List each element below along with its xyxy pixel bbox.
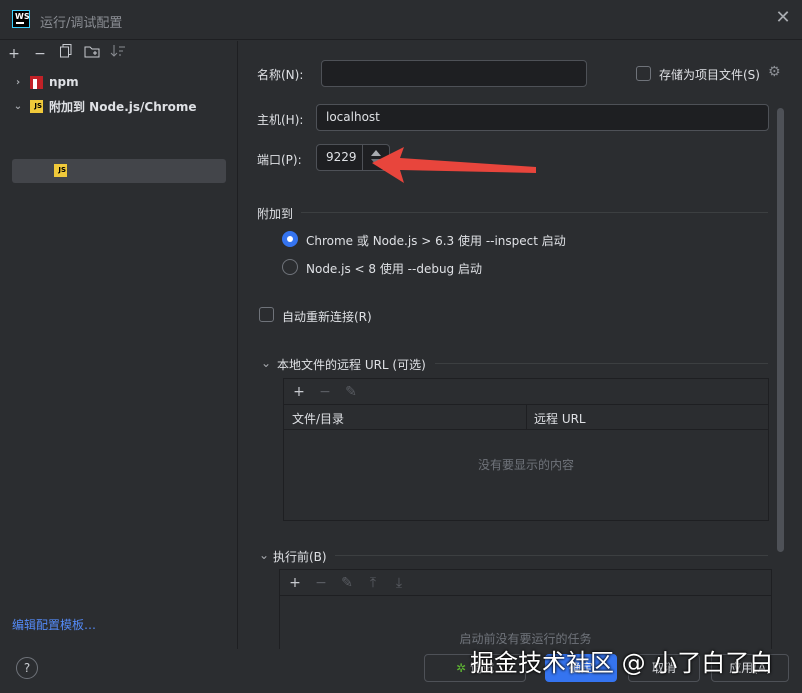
remove-icon[interactable]: − (312, 575, 330, 591)
remove-icon[interactable]: − (316, 384, 334, 400)
store-as-project-label: 存储为项目文件(S) (659, 68, 760, 82)
form-scrollbar[interactable] (777, 108, 784, 552)
remote-url-toolbar: + − ✎ (284, 379, 768, 405)
chevron-down-icon[interactable]: ⌄ (261, 356, 271, 370)
help-button[interactable]: ? (16, 657, 38, 679)
remove-config-icon[interactable]: − (30, 44, 50, 64)
auto-reconnect-checkbox[interactable] (259, 307, 274, 322)
divider (435, 363, 768, 364)
config-form: 名称(N): 存储为项目文件(S) ⚙ 主机(H): localhost 端口(… (239, 41, 802, 649)
remote-url-table: + − ✎ 文件/目录 远程 URL 没有要显示的内容 (283, 378, 769, 521)
chevron-right-icon[interactable]: › (12, 77, 24, 88)
tree-item-selected-config[interactable]: JS (12, 159, 226, 183)
tree-item-npm[interactable]: › npm (12, 71, 79, 93)
edit-icon[interactable]: ✎ (338, 575, 356, 591)
tree-item-label: npm (49, 75, 79, 89)
js-icon: JS (54, 164, 67, 177)
attach-to-label: 附加到 (257, 207, 294, 221)
edit-templates-link[interactable]: 编辑配置模板… (12, 616, 96, 633)
sort-icon[interactable] (108, 44, 128, 64)
before-launch-toolbar: + − ✎ ⤒ ⤓ (280, 570, 771, 596)
config-tree-panel: + − › npm ⌄ JS 附加到 Node.js/Chrome JS 编辑配… (0, 41, 238, 649)
chevron-down-icon[interactable]: ⌄ (259, 548, 269, 562)
move-down-icon[interactable]: ⤓ (390, 575, 408, 591)
port-value: 9229 (326, 150, 357, 164)
edit-icon[interactable]: ✎ (342, 384, 360, 400)
add-icon[interactable]: + (286, 575, 304, 591)
radio-inspect-label: Chrome 或 Node.js > 6.3 使用 --inspect 启动 (306, 234, 566, 248)
title-bar: WS 运行/调试配置 ✕ (0, 0, 802, 40)
name-label: 名称(N): (257, 68, 304, 82)
new-folder-icon[interactable] (82, 44, 102, 64)
divider (335, 555, 768, 556)
tree-toolbar: + − (4, 43, 128, 65)
name-field[interactable] (321, 60, 587, 87)
radio-debug[interactable] (282, 259, 298, 275)
gear-icon[interactable]: ⚙ (768, 64, 781, 80)
tree-item-attach-node-chrome[interactable]: ⌄ JS 附加到 Node.js/Chrome (12, 95, 197, 117)
column-file-dir[interactable]: 文件/目录 (292, 410, 344, 427)
port-label: 端口(P): (257, 153, 302, 167)
webstorm-logo-icon: WS (12, 10, 30, 28)
auto-reconnect-label: 自动重新连接(R) (282, 310, 372, 324)
watermark: 掘金技术社区 @ 小了白了白 (470, 649, 774, 677)
remote-url-section-title[interactable]: 本地文件的远程 URL (可选) (277, 356, 426, 373)
host-field[interactable]: localhost (316, 104, 769, 131)
move-up-icon[interactable]: ⤒ (364, 575, 382, 591)
empty-state-text: 没有要显示的内容 (477, 458, 574, 472)
store-as-project-checkbox[interactable] (636, 66, 651, 81)
chevron-down-icon[interactable]: ⌄ (12, 101, 24, 112)
annotation-arrow-icon (372, 147, 536, 183)
close-icon[interactable]: ✕ (774, 9, 792, 27)
js-icon: JS (30, 99, 43, 113)
npm-icon (30, 75, 43, 89)
radio-inspect[interactable] (282, 231, 298, 247)
radio-debug-label: Node.js < 8 使用 --debug 启动 (306, 262, 482, 276)
add-config-icon[interactable]: + (4, 44, 24, 64)
divider (301, 212, 768, 213)
tree-item-label: 附加到 Node.js/Chrome (49, 99, 197, 114)
window-title: 运行/调试配置 (40, 16, 123, 31)
column-remote-url[interactable]: 远程 URL (534, 410, 586, 427)
add-icon[interactable]: + (290, 384, 308, 400)
column-divider[interactable] (526, 405, 527, 430)
host-label: 主机(H): (257, 113, 304, 127)
before-launch-table: + − ✎ ⤒ ⤓ 启动前没有要运行的任务 (279, 569, 772, 649)
before-launch-section-title[interactable]: 执行前(B) (273, 548, 327, 565)
bug-icon: ✲ (456, 661, 467, 675)
copy-config-icon[interactable] (56, 44, 76, 64)
